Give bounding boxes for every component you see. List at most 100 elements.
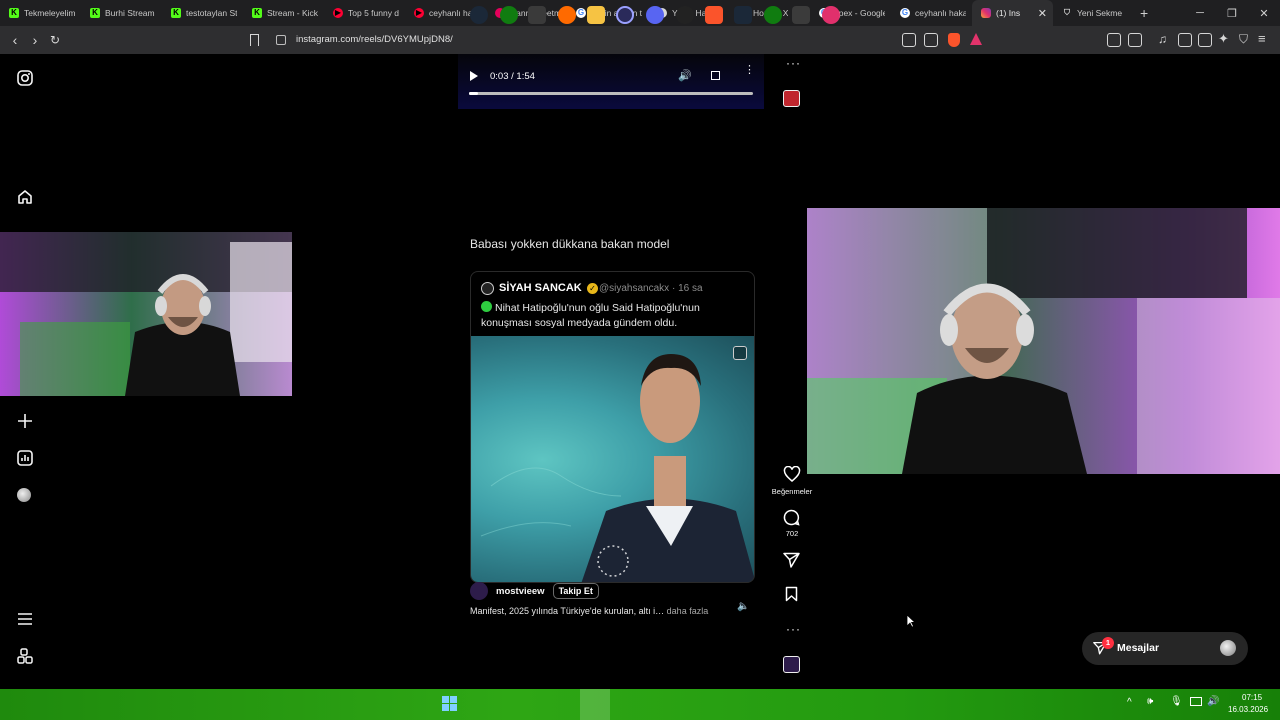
- tray-volume-icon[interactable]: 🔊: [1207, 696, 1219, 707]
- browser-tab[interactable]: Ktestotaylan St: [162, 0, 243, 26]
- fullscreen-icon[interactable]: [711, 71, 720, 80]
- close-window-icon[interactable]: ✕: [1248, 7, 1280, 20]
- messages-avatar: [1220, 640, 1236, 656]
- store-icon[interactable]: [528, 6, 546, 24]
- dashboard-icon[interactable]: [16, 449, 34, 467]
- tab-label: Burhi Stream: [105, 8, 155, 18]
- kick-icon: K: [171, 8, 181, 18]
- tweet-author-name: SİYAH SANCAK: [499, 282, 582, 294]
- share-plane-icon[interactable]: [783, 552, 800, 568]
- image-options-icon[interactable]: [733, 346, 747, 360]
- follow-button[interactable]: Takip Et: [552, 583, 599, 599]
- leo-ai-icon[interactable]: ✦: [1218, 31, 1229, 47]
- tab-label: Yeni Sekme: [1077, 8, 1123, 18]
- tray-mic-icon[interactable]: 🎙: [1170, 696, 1183, 707]
- likes-label: Beğenmeler: [771, 487, 813, 496]
- author-avatar[interactable]: [470, 582, 488, 600]
- extensions-icon[interactable]: [1107, 33, 1121, 47]
- more-menu-icon[interactable]: [16, 610, 34, 628]
- video-options-icon[interactable]: ⋮: [744, 65, 755, 76]
- file-explorer-icon[interactable]: [587, 6, 605, 24]
- taskbar-active-highlight: [580, 689, 610, 720]
- reel-more-icon[interactable]: ···: [786, 622, 801, 636]
- also-from-meta-icon[interactable]: [16, 647, 34, 665]
- reader-icon[interactable]: [1128, 33, 1142, 47]
- reload-icon[interactable]: ↻: [47, 32, 63, 48]
- google-icon: G: [900, 8, 910, 18]
- messages-label: Mesajlar: [1117, 642, 1160, 654]
- back-icon[interactable]: ‹: [7, 32, 23, 48]
- url-field[interactable]: instagram.com/reels/DV6YMUpjDN8/: [270, 30, 990, 50]
- audio-thumbnail-icon[interactable]: [783, 90, 800, 107]
- steam-icon[interactable]: [470, 6, 488, 24]
- browser-tab[interactable]: K Tekmeleyelim: [0, 0, 81, 26]
- obs-icon[interactable]: [616, 6, 634, 24]
- comments-count: 702: [785, 529, 799, 538]
- reel-description: Manifest, 2025 yılında Türkiye'de kurula…: [470, 606, 708, 616]
- home-icon[interactable]: [16, 188, 34, 206]
- messages-button[interactable]: 1 Mesajlar: [1082, 632, 1248, 665]
- tray-monitor-icon[interactable]: [1190, 697, 1202, 706]
- profile-avatar[interactable]: [17, 488, 31, 502]
- app-icon[interactable]: [676, 6, 694, 24]
- browser-tab[interactable]: ⛉ Yeni Sekme: [1053, 0, 1134, 26]
- browser-tab[interactable]: Gsenin annen t: [567, 0, 648, 26]
- brave-shield-icon[interactable]: [948, 33, 960, 47]
- xbox-alt-icon[interactable]: [764, 6, 782, 24]
- new-tab-plus-icon[interactable]: +: [1140, 5, 1148, 21]
- minimize-icon[interactable]: ─: [1184, 7, 1216, 20]
- like-heart-icon[interactable]: [783, 466, 801, 483]
- browser-tab[interactable]: ▶ Top 5 funny d: [324, 0, 405, 26]
- video-progress-track[interactable]: [469, 92, 753, 95]
- origin-icon[interactable]: [558, 6, 576, 24]
- windows-start-icon[interactable]: [442, 696, 457, 711]
- previous-reel-video[interactable]: 0:03 / 1:54 🔊 ⋮: [458, 54, 764, 109]
- steam-alt-icon[interactable]: [734, 6, 752, 24]
- browser-tab[interactable]: (1) Ins ✕: [972, 0, 1053, 26]
- discord-icon[interactable]: [646, 6, 664, 24]
- kick-icon: K: [252, 8, 262, 18]
- streamer-webcam-right: [807, 208, 1280, 474]
- more-link[interactable]: daha fazla: [667, 606, 709, 616]
- brave-browser-icon[interactable]: [705, 6, 723, 24]
- webcam-overlay-right: [807, 208, 1280, 474]
- browser-tab[interactable]: K Stream - Kick: [243, 0, 324, 26]
- tray-chevron-icon[interactable]: ^: [1127, 697, 1132, 708]
- vpn-shield-icon[interactable]: ⛉: [1239, 32, 1248, 47]
- webcam-overlay-left: [0, 232, 292, 396]
- xbox-icon[interactable]: [500, 6, 518, 24]
- save-bookmark-icon[interactable]: [785, 586, 798, 602]
- youtube-icon: ▶: [414, 8, 424, 18]
- browser-tab[interactable]: wannameetm: [486, 0, 567, 26]
- bookmark-icon[interactable]: [250, 34, 259, 46]
- brave-rewards-icon[interactable]: [970, 33, 982, 45]
- more-options-icon[interactable]: ···: [786, 56, 801, 70]
- site-settings-icon[interactable]: [276, 35, 286, 45]
- forward-icon[interactable]: ›: [27, 32, 43, 48]
- music-icon[interactable]: ♫: [1158, 32, 1167, 46]
- nvidia-icon[interactable]: [792, 6, 810, 24]
- browser-tab[interactable]: K Burhi Stream: [81, 0, 162, 26]
- description-text: Manifest, 2025 yılında Türkiye'de kurula…: [470, 606, 665, 616]
- reel-mute-icon[interactable]: 🔈: [737, 601, 749, 612]
- menu-icon[interactable]: ≡: [1258, 31, 1266, 46]
- clock-time[interactable]: 07:15: [1242, 693, 1262, 702]
- close-tab-icon[interactable]: ✕: [1038, 7, 1047, 20]
- tray-speaker-icon[interactable]: 🕪: [1147, 696, 1153, 707]
- author-username[interactable]: mostvieew: [496, 586, 545, 597]
- instagram-logo-icon[interactable]: [16, 69, 34, 87]
- wallet-icon[interactable]: [1198, 33, 1212, 47]
- create-plus-icon[interactable]: [16, 412, 34, 430]
- sidebar-icon[interactable]: [1178, 33, 1192, 47]
- clock-date[interactable]: 16.03.2026: [1228, 705, 1268, 714]
- streamer-webcam-left: [0, 232, 292, 396]
- instagram-taskbar-icon[interactable]: [822, 6, 840, 24]
- restore-icon[interactable]: ❐: [1216, 7, 1248, 20]
- play-icon[interactable]: [470, 71, 478, 81]
- comment-icon[interactable]: [783, 509, 800, 526]
- share-icon[interactable]: [924, 33, 938, 47]
- cast-icon[interactable]: [902, 33, 916, 47]
- original-audio-icon[interactable]: [783, 656, 800, 673]
- browser-tab[interactable]: Gceyhanlı haka: [891, 0, 972, 26]
- volume-icon[interactable]: 🔊: [678, 69, 692, 82]
